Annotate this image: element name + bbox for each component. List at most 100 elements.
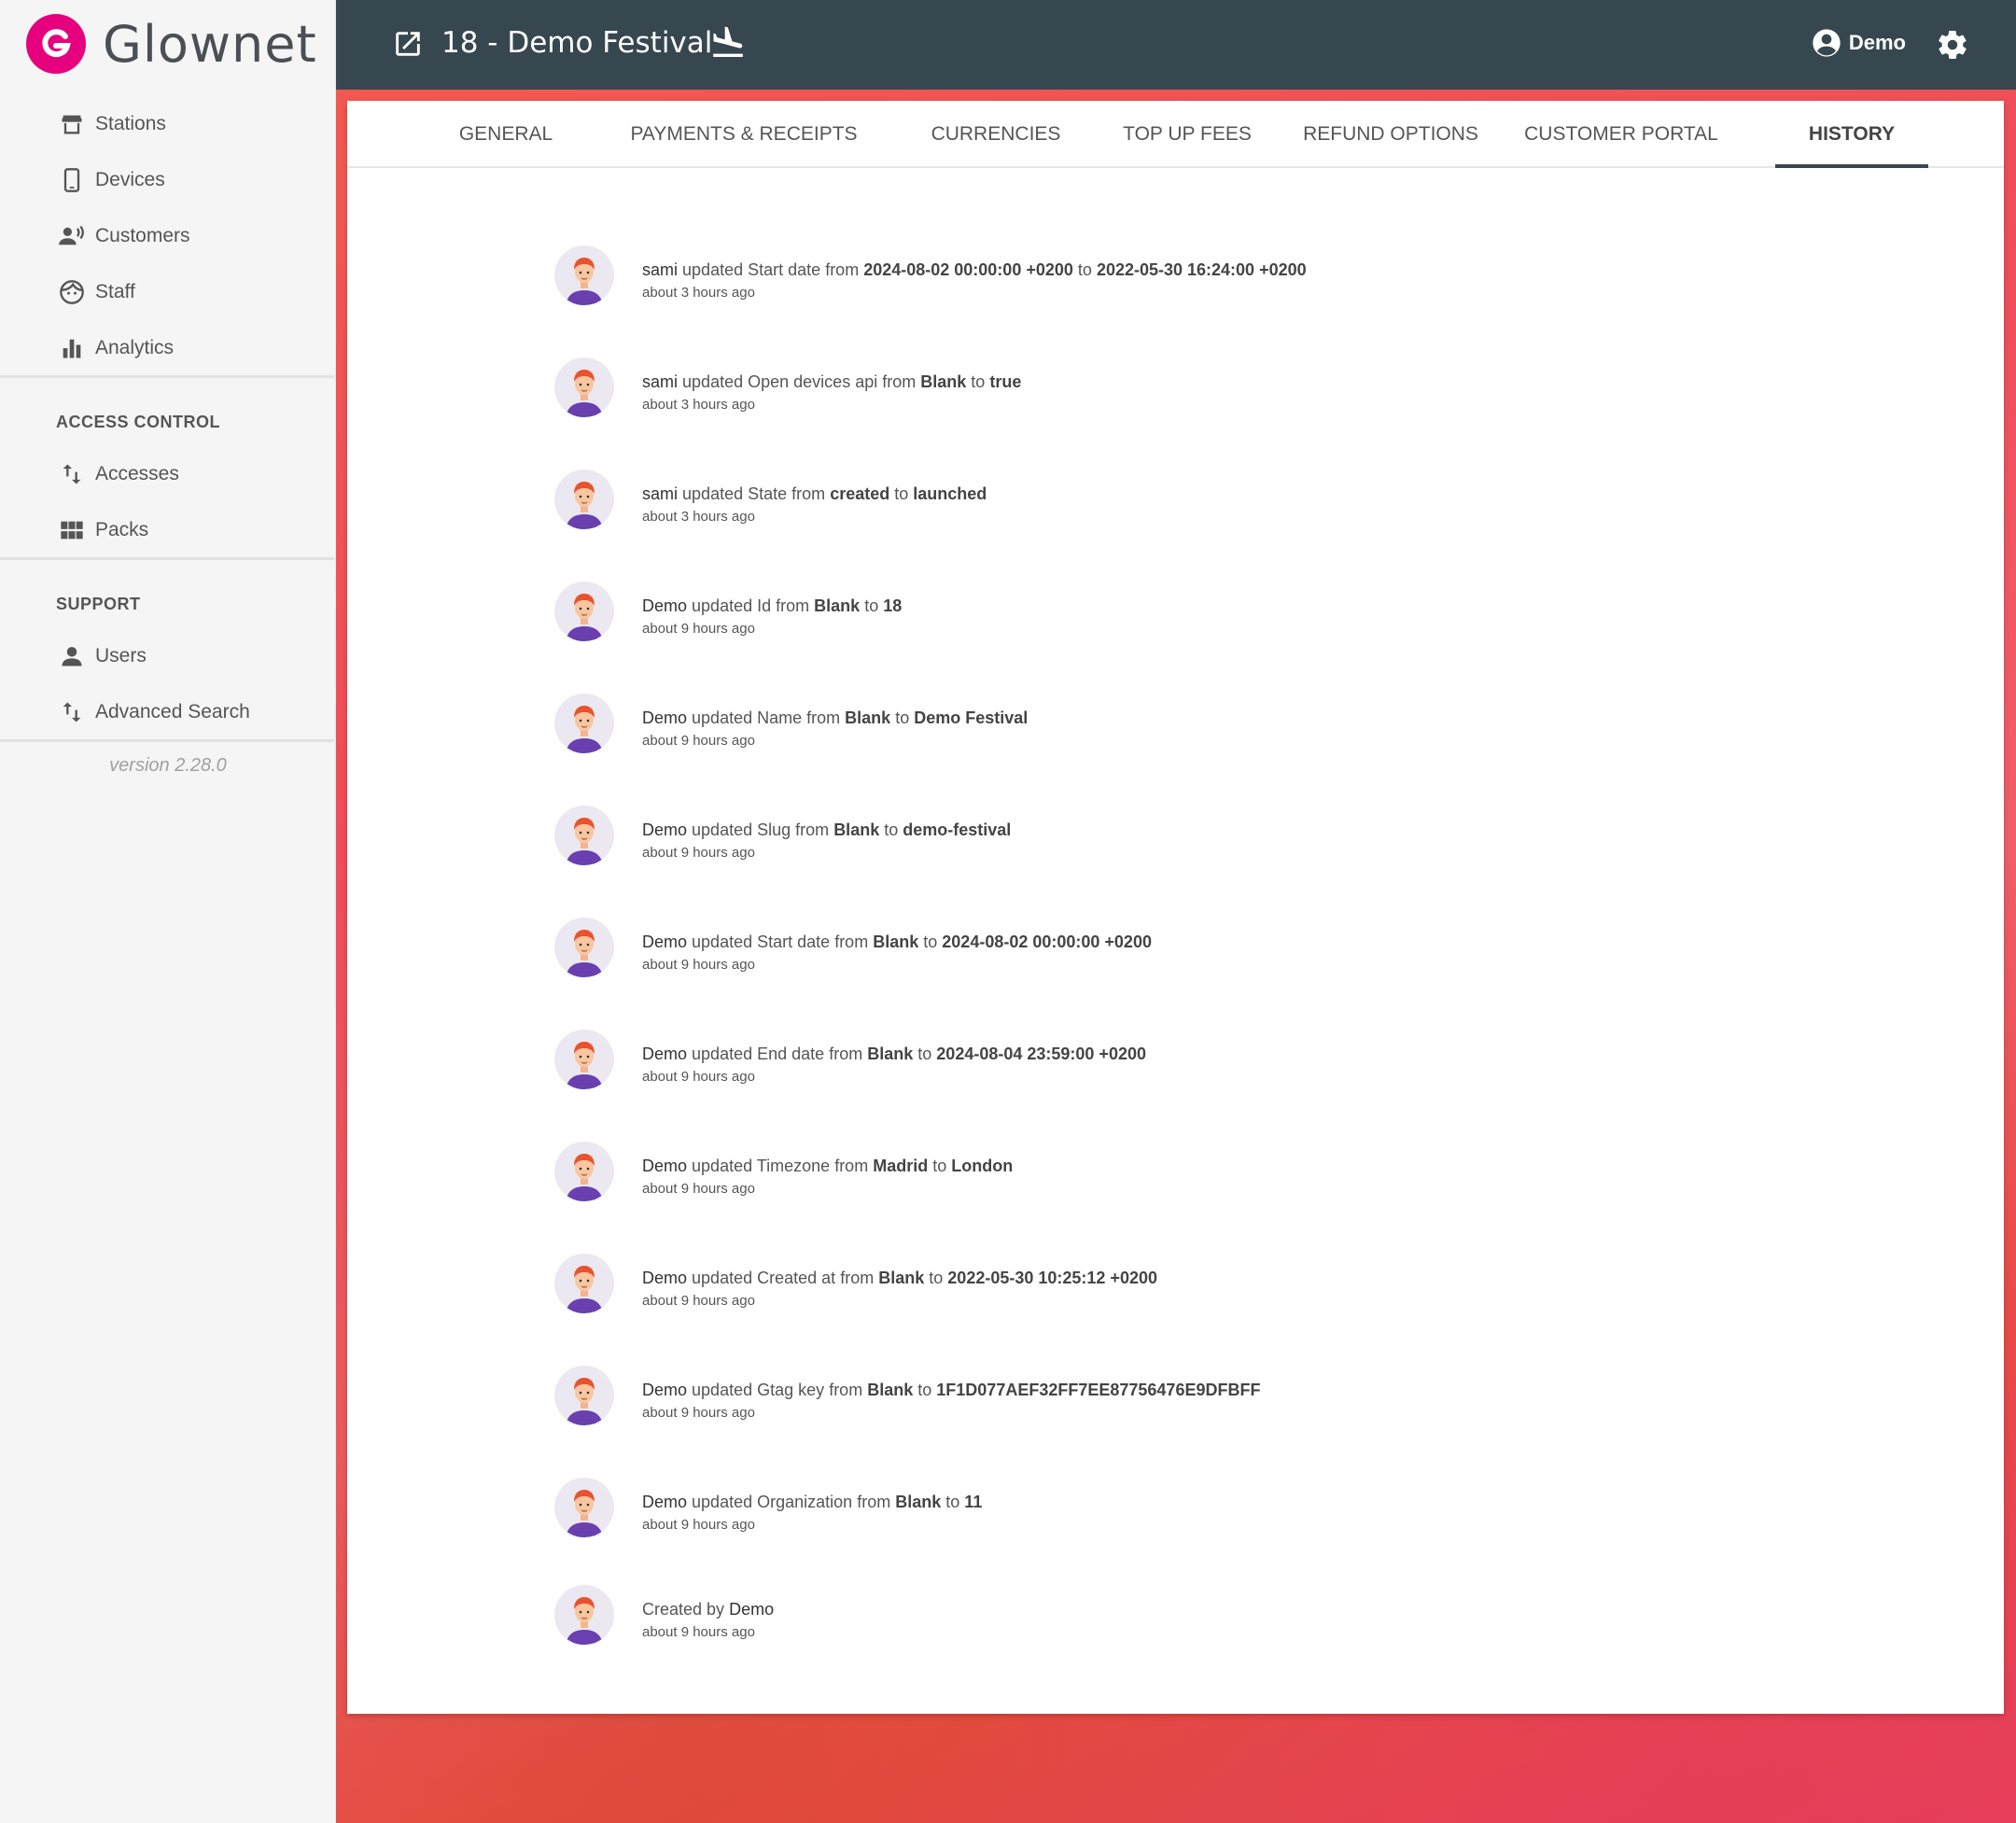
sidebar-item-customers[interactable]: Customers	[56, 208, 327, 264]
event-title: 18 - Demo Festival	[441, 26, 713, 60]
history-field: Start date	[748, 260, 821, 279]
history-verb: updated	[692, 1269, 753, 1287]
history-to-word: to	[1077, 260, 1092, 279]
history-user[interactable]: Demo	[642, 596, 687, 615]
history-user[interactable]: Demo	[642, 1493, 687, 1511]
sidebar-item-accesses[interactable]: Accesses	[56, 446, 327, 502]
history-from-value: created	[830, 484, 890, 503]
gear-icon[interactable]	[1936, 28, 1969, 66]
flight-land-icon[interactable]	[709, 24, 747, 66]
history-to-value: 2024-08-02 00:00:00 +0200	[942, 933, 1152, 951]
tab-payments-receipts[interactable]: PAYMENTS & RECEIPTS	[609, 101, 879, 168]
sidebar-item-packs[interactable]: Packs	[56, 502, 327, 558]
open-external-icon[interactable]	[392, 28, 424, 64]
history-to-value: 2022-05-30 10:25:12 +0200	[947, 1269, 1157, 1287]
tab-history[interactable]: HISTORY	[1775, 101, 1928, 168]
history-from-word: from	[825, 260, 860, 279]
customers-icon	[56, 220, 88, 252]
history-user[interactable]: sami	[642, 372, 678, 391]
history-user[interactable]: Demo	[642, 1269, 687, 1287]
history-from-word: from	[776, 596, 810, 615]
user-avatar-icon	[554, 694, 614, 753]
history-line: Demo updated End date from Blank to 2024…	[642, 1045, 1146, 1064]
history-from-value: Blank	[878, 1269, 925, 1287]
sidebar-divider	[0, 375, 334, 378]
sidebar-item-label: Stations	[95, 113, 166, 134]
history-from-word: from	[857, 1493, 891, 1511]
history-verb: updated	[692, 708, 753, 727]
avatar	[554, 1478, 614, 1537]
history-entry: Demo updated Created at from Blank to 20…	[554, 1254, 1768, 1328]
avatar	[554, 694, 614, 753]
tab-general[interactable]: GENERAL	[441, 101, 571, 168]
history-from-word: from	[829, 1045, 863, 1063]
logo[interactable]: Glownet	[26, 13, 317, 75]
tab-currencies[interactable]: CURRENCIES	[907, 101, 1085, 168]
store-icon	[56, 108, 88, 140]
sidebar-item-users[interactable]: Users	[56, 628, 327, 684]
sidebar-item-devices[interactable]: Devices	[56, 152, 327, 208]
user-avatar-icon	[554, 245, 614, 305]
history-line: Demo updated Gtag key from Blank to 1F1D…	[642, 1381, 1260, 1400]
history-from-word: from	[829, 1381, 863, 1399]
history-time: about 9 hours ago	[642, 1405, 755, 1421]
avatar	[554, 1030, 614, 1089]
sidebar-item-label: Devices	[95, 169, 165, 190]
history-verb: updated	[692, 933, 753, 951]
topbar: 18 - Demo Festival Demo	[336, 0, 2016, 90]
app-name: Glownet	[103, 14, 317, 74]
history-user[interactable]: sami	[642, 484, 678, 503]
history-time: about 3 hours ago	[642, 509, 755, 525]
history-user[interactable]: sami	[642, 260, 678, 279]
tab-refund-options[interactable]: REFUND OPTIONS	[1288, 101, 1493, 168]
history-field: Slug	[757, 820, 791, 839]
tab-customer-portal[interactable]: CUSTOMER PORTAL	[1509, 101, 1733, 168]
history-user[interactable]: Demo	[642, 1157, 687, 1175]
history-line: Demo updated Timezone from Madrid to Lon…	[642, 1157, 1013, 1176]
history-from-word: from	[791, 484, 826, 503]
history-user[interactable]: Demo	[642, 1381, 687, 1399]
history-from-value: Blank	[845, 708, 891, 727]
history-card: GENERAL PAYMENTS & RECEIPTS CURRENCIES T…	[347, 101, 2004, 1714]
history-time: about 9 hours ago	[642, 845, 755, 861]
sidebar-item-advanced-search[interactable]: Advanced Search	[56, 684, 327, 740]
avatar	[554, 245, 614, 305]
grid-icon	[56, 514, 88, 546]
sidebar-item-staff[interactable]: Staff	[56, 264, 327, 320]
user-avatar-icon	[554, 582, 614, 641]
history-entry: sami updated Open devices api from Blank…	[554, 358, 1768, 432]
history-line: Demo updated Created at from Blank to 20…	[642, 1269, 1157, 1288]
history-from-value: Blank	[814, 596, 861, 615]
history-field: Id	[757, 596, 772, 615]
history-from-value: Blank	[833, 820, 880, 839]
history-user[interactable]: Demo	[642, 933, 687, 951]
section-title-support: SUPPORT	[56, 595, 141, 613]
history-time: about 3 hours ago	[642, 397, 755, 413]
history-from-word: from	[806, 708, 841, 727]
avatar	[554, 1254, 614, 1313]
history-to-word: to	[945, 1493, 960, 1511]
history-field: Organization	[757, 1493, 853, 1511]
history-field: Name	[757, 708, 803, 727]
sidebar: Glownet Stations Devices Customers Staff…	[0, 0, 336, 1823]
sidebar-divider	[0, 557, 334, 560]
history-user[interactable]: Demo	[642, 708, 687, 727]
history-to-value: 18	[883, 596, 903, 615]
history-user[interactable]: Demo	[642, 820, 687, 839]
history-user[interactable]: Demo	[642, 1045, 687, 1063]
history-time: about 9 hours ago	[642, 1517, 755, 1533]
sidebar-item-stations[interactable]: Stations	[56, 96, 327, 152]
user-avatar-icon	[554, 1478, 614, 1537]
history-verb: updated	[692, 596, 753, 615]
history-user[interactable]: Demo	[729, 1600, 774, 1619]
history-from-value: Blank	[895, 1493, 942, 1511]
sidebar-item-analytics[interactable]: Analytics	[56, 320, 327, 376]
history-to-value: 2024-08-04 23:59:00 +0200	[936, 1045, 1146, 1063]
history-from-word: from	[834, 1157, 869, 1175]
user-menu[interactable]: Demo	[1812, 28, 1906, 58]
history-field: Open devices api	[748, 372, 878, 391]
avatar	[554, 1585, 614, 1645]
settings-tabs: GENERAL PAYMENTS & RECEIPTS CURRENCIES T…	[347, 101, 2004, 168]
tab-top-up-fees[interactable]: TOP UP FEES	[1103, 101, 1271, 168]
history-from-value: Blank	[920, 372, 967, 391]
